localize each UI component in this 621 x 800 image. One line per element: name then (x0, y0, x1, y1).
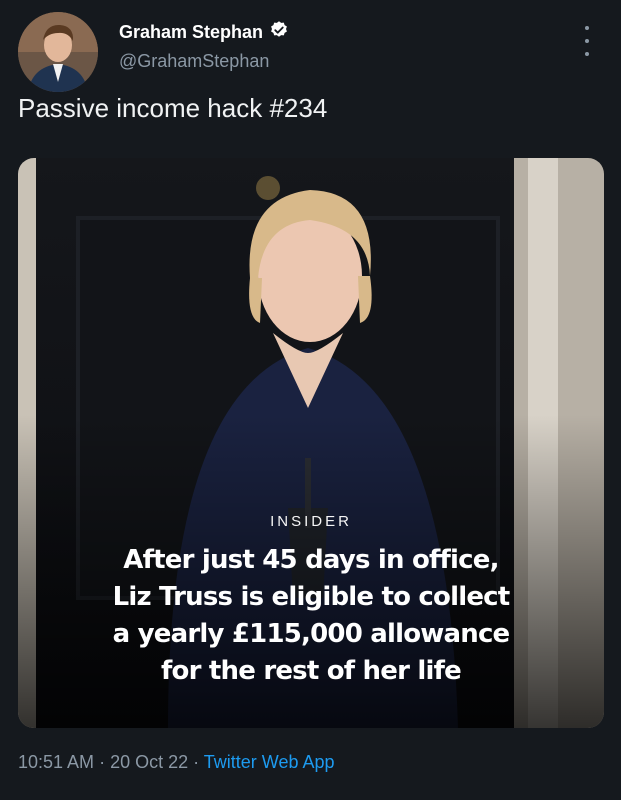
media-headline: After just 45 days in office, Liz Truss … (18, 542, 604, 690)
more-options-icon[interactable] (577, 26, 597, 56)
tweet-date[interactable]: 20 Oct 22 (110, 752, 188, 772)
author-handle[interactable]: @GrahamStephan (119, 51, 289, 72)
headline-line: a yearly £115,000 allowance (112, 619, 511, 649)
author-name[interactable]: Graham Stephan (119, 22, 263, 43)
media-brand-label: INSIDER (270, 513, 352, 530)
tweet-media-image[interactable]: INSIDER After just 45 days in office, Li… (18, 158, 604, 728)
headline-line: for the rest of her life (161, 656, 462, 686)
meta-separator: · (188, 752, 204, 772)
tweet-metadata: 10:51 AM · 20 Oct 22 · Twitter Web App (18, 752, 335, 773)
tweet-header: Graham Stephan @GrahamStephan (18, 12, 603, 92)
tweet-source-app[interactable]: Twitter Web App (204, 752, 335, 772)
meta-separator: · (94, 752, 111, 772)
verified-badge-icon (269, 20, 289, 45)
author-avatar[interactable] (18, 12, 98, 92)
headline-line: After just 45 days in office, (123, 545, 499, 575)
tweet-time[interactable]: 10:51 AM (18, 752, 94, 772)
headline-line: Liz Truss is eligible to collect (112, 582, 511, 612)
tweet-text: Passive income hack #234 (18, 93, 328, 123)
